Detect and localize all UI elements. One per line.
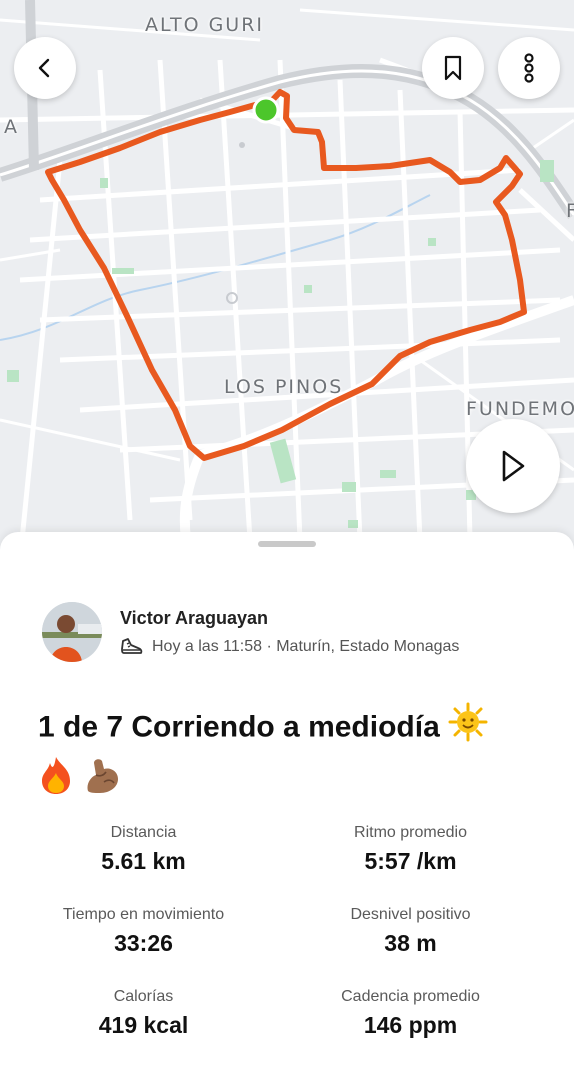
stat-cadence: Cadencia promedio 146 ppm bbox=[267, 988, 554, 1039]
more-vertical-icon bbox=[524, 53, 534, 83]
play-flyover-button[interactable] bbox=[466, 419, 560, 513]
map-label-los-pinos: LOS PINOS bbox=[224, 376, 344, 398]
athlete-name[interactable]: Victor Araguayan bbox=[120, 608, 459, 629]
athlete-header[interactable]: Victor Araguayan Hoy a las 11:58 · Matur… bbox=[42, 602, 459, 662]
avatar[interactable] bbox=[42, 602, 102, 662]
stat-value: 33:26 bbox=[114, 930, 173, 956]
stat-value: 38 m bbox=[384, 930, 437, 956]
stat-distance: Distancia 5.61 km bbox=[0, 824, 287, 875]
flexed-biceps-emoji bbox=[82, 755, 122, 808]
stat-label: Tiempo en movimiento bbox=[62, 906, 225, 923]
chevron-left-icon bbox=[38, 58, 50, 78]
map-label-edge-right: F bbox=[566, 200, 574, 222]
more-options-button[interactable] bbox=[498, 37, 560, 99]
sheet-drag-handle[interactable] bbox=[258, 541, 316, 547]
bookmark-icon bbox=[444, 55, 462, 81]
stat-label: Ritmo promedio bbox=[354, 824, 467, 841]
stat-value: 419 kcal bbox=[98, 1012, 189, 1038]
stat-value: 5.61 km bbox=[101, 848, 186, 874]
map-label-alto-guri: ALTO GURI bbox=[145, 14, 265, 36]
stat-pace: Ritmo promedio 5:57 /km bbox=[267, 824, 554, 875]
stat-value: 146 ppm bbox=[363, 1012, 458, 1038]
activity-title-text: 1 de 7 Corriendo a mediodía bbox=[38, 710, 440, 744]
bookmark-button[interactable] bbox=[422, 37, 484, 99]
stat-label: Calorías bbox=[113, 988, 174, 1005]
map-label-edge-left: A bbox=[4, 116, 19, 138]
stat-elevation-gain: Desnivel positivo 38 m bbox=[267, 906, 554, 957]
activity-title: 1 de 7 Corriendo a mediodía bbox=[38, 702, 538, 808]
back-button[interactable] bbox=[14, 37, 76, 99]
stat-label: Distancia bbox=[110, 824, 177, 841]
stat-calories: Calorías 419 kcal bbox=[0, 988, 287, 1039]
fire-emoji bbox=[38, 755, 74, 808]
activity-sheet[interactable]: Victor Araguayan Hoy a las 11:58 · Matur… bbox=[0, 532, 574, 1080]
stat-moving-time: Tiempo en movimiento 33:26 bbox=[0, 906, 287, 957]
running-shoe-icon bbox=[120, 637, 144, 657]
start-marker bbox=[252, 96, 280, 124]
map-label-fundemo: FUNDEMO bbox=[466, 398, 574, 420]
stat-label: Cadencia promedio bbox=[341, 988, 480, 1005]
activity-meta: Hoy a las 11:58 · Maturín, Estado Monaga… bbox=[152, 637, 460, 655]
stat-value: 5:57 /km bbox=[364, 848, 457, 874]
play-icon bbox=[502, 450, 525, 482]
stat-label: Desnivel positivo bbox=[350, 906, 471, 923]
sun-emoji bbox=[448, 702, 488, 755]
